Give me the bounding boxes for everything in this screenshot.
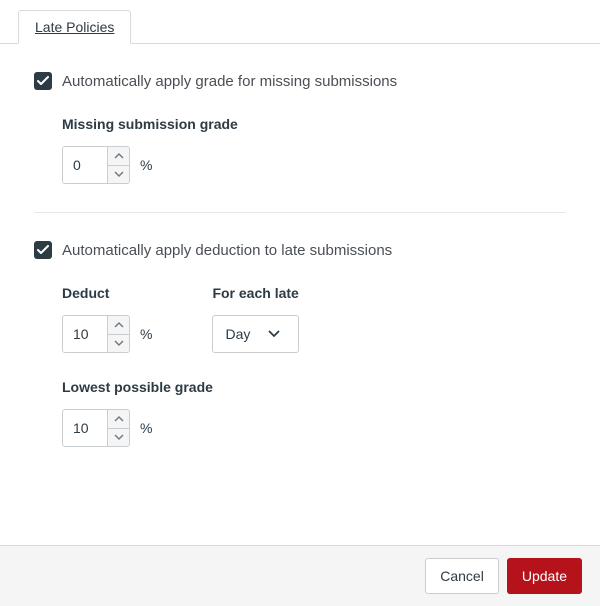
lowest-grade-field: Lowest possible grade [62,379,566,447]
lowest-grade-increment[interactable] [108,410,129,429]
interval-select[interactable]: Day [212,315,298,353]
chevron-down-icon [114,171,124,177]
deduct-increment[interactable] [108,316,129,335]
footer: Cancel Update [0,545,600,606]
missing-grade-increment[interactable] [108,147,129,166]
late-submission-block: Automatically apply deduction to late su… [34,213,566,475]
interval-label: For each late [212,285,298,301]
missing-grade-decrement[interactable] [108,166,129,184]
missing-submission-checkbox[interactable] [34,72,52,90]
missing-submission-block: Automatically apply grade for missing su… [34,44,566,213]
missing-grade-input[interactable] [63,147,107,183]
missing-grade-row: % [62,146,566,184]
deduct-suffix: % [140,326,152,342]
lowest-grade-stepper [62,409,130,447]
late-checkbox-label: Automatically apply deduction to late su… [62,242,392,259]
panel: Automatically apply grade for missing su… [0,44,600,475]
deduct-field: Deduct [62,285,152,353]
interval-field: For each late Day [212,285,298,353]
missing-checkbox-row: Automatically apply grade for missing su… [34,72,566,90]
interval-value: Day [225,326,250,342]
chevron-up-icon [114,416,124,422]
deduct-decrement[interactable] [108,335,129,353]
chevron-down-icon [114,434,124,440]
missing-grade-label: Missing submission grade [62,116,566,132]
late-submission-checkbox[interactable] [34,241,52,259]
missing-grade-field: Missing submission grade [62,116,566,184]
deduct-row: % [62,315,152,353]
deduct-stepper [62,315,130,353]
chevron-up-icon [114,153,124,159]
late-checkbox-row: Automatically apply deduction to late su… [34,241,566,259]
late-sub: Deduct [34,259,566,447]
deduct-label: Deduct [62,285,152,301]
late-policies-settings: Late Policies Automatically apply grade … [0,0,600,606]
deduct-spinners [107,316,129,352]
lowest-grade-spinners [107,410,129,446]
missing-sub: Missing submission grade [34,90,566,184]
chevron-up-icon [114,322,124,328]
lowest-grade-suffix: % [140,420,152,436]
missing-grade-spinners [107,147,129,183]
lowest-grade-row: % [62,409,566,447]
missing-grade-suffix: % [140,157,152,173]
checkmark-icon [37,245,49,255]
tab-late-policies[interactable]: Late Policies [18,10,131,44]
checkmark-icon [37,76,49,86]
missing-checkbox-label: Automatically apply grade for missing su… [62,73,397,90]
lowest-grade-input[interactable] [63,410,107,446]
missing-grade-stepper [62,146,130,184]
late-top-row: Deduct [62,285,566,353]
chevron-down-icon [268,330,280,338]
tabs: Late Policies [0,0,600,44]
lowest-grade-label: Lowest possible grade [62,379,566,395]
chevron-down-icon [114,340,124,346]
deduct-input[interactable] [63,316,107,352]
cancel-button[interactable]: Cancel [425,558,499,594]
lowest-grade-decrement[interactable] [108,429,129,447]
update-button[interactable]: Update [507,558,582,594]
